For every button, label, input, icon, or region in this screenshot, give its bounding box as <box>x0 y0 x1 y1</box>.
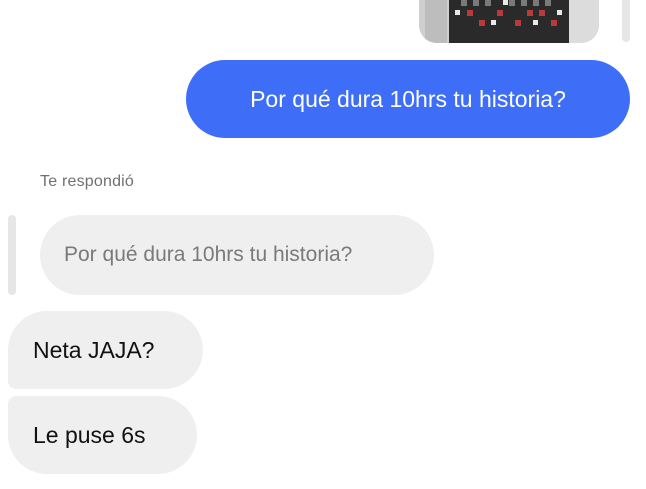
incoming-message-bubble[interactable]: Neta JAJA? <box>8 311 203 389</box>
story-reply-indicator <box>622 0 630 42</box>
incoming-message-bubble[interactable]: Le puse 6s <box>8 396 197 474</box>
reply-indicator-bar <box>8 215 16 295</box>
outgoing-message-bubble[interactable]: Por qué dura 10hrs tu historia? <box>186 60 630 138</box>
reply-caption: Te respondió <box>40 173 135 190</box>
quoted-message-bubble[interactable]: Por qué dura 10hrs tu historia? <box>40 215 434 295</box>
story-thumbnail[interactable] <box>419 0 599 43</box>
